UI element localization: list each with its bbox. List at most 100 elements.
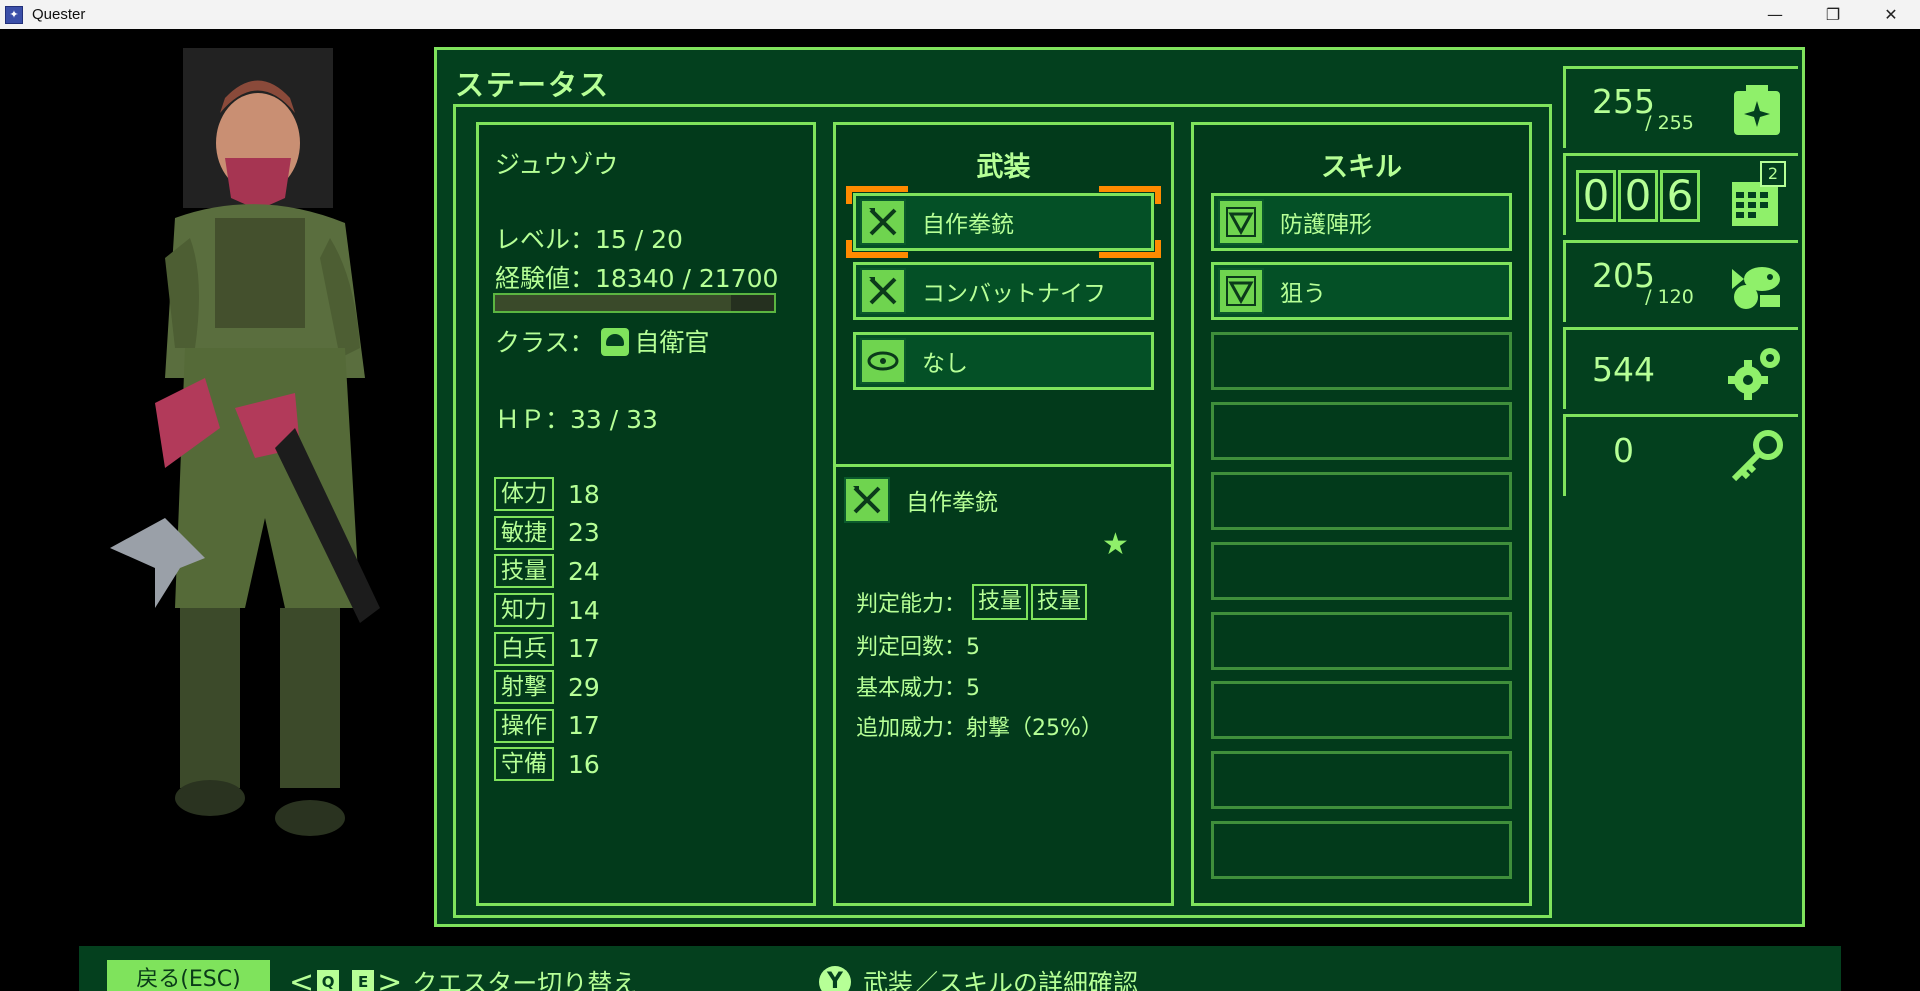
skill-slot-label: 防護陣形: [1280, 212, 1372, 238]
skills-heading: スキル: [1321, 152, 1402, 183]
level-text: レベル：15 / 20: [495, 225, 683, 254]
empty-skill-slot[interactable]: [1211, 402, 1512, 460]
selection-corner: [846, 186, 908, 204]
back-button[interactable]: 戻る(ESC): [107, 960, 270, 991]
stat-value: 29: [568, 672, 600, 702]
skill-slot-label: 狙う: [1280, 281, 1326, 307]
empty-skill-slot[interactable]: [1211, 612, 1512, 670]
switch-quester-hint[interactable]: < Q E > クエスター切り替え: [289, 964, 637, 991]
crossed-weapons-icon: [860, 199, 906, 245]
stat-label: 守備: [494, 747, 554, 782]
fish-food-icon: [1732, 267, 1780, 309]
empty-skill-slot[interactable]: [1211, 751, 1512, 809]
parts-value: 544: [1592, 350, 1655, 389]
detail-hint[interactable]: Y 武装／スキルの詳細確認: [819, 964, 1138, 991]
keys-resource: 0: [1563, 414, 1798, 496]
selection-corner: [1099, 186, 1161, 204]
stat-label: 敏捷: [494, 515, 554, 550]
stat-label: 知力: [494, 593, 554, 628]
e-key-icon: E: [352, 970, 375, 991]
exp-bar: [493, 293, 776, 313]
arms-slot[interactable]: 自作拳銃: [846, 186, 1161, 258]
empty-skill-slot[interactable]: [1211, 681, 1512, 739]
stat-label: 体力: [494, 477, 554, 512]
check-ability-line: 判定能力： 技量 技量: [856, 584, 1088, 620]
fish-resource: 205 / 120: [1563, 240, 1798, 322]
triangle-shield-icon: [1218, 268, 1264, 314]
stat-row: 体力 18: [494, 475, 600, 514]
rarity-star-icon: ★: [1102, 527, 1129, 562]
arms-detail: 自作拳銃 ★ 判定能力： 技量 技量 判定回数：5 基本威力：5 追加威力：射撃…: [836, 464, 1171, 903]
window-title-bar: ✦ Quester — ❐ ✕: [0, 0, 1920, 29]
stat-row: 射撃 29: [494, 668, 600, 707]
restore-button[interactable]: ❐: [1804, 0, 1862, 29]
stat-label: 白兵: [494, 631, 554, 666]
detail-hint-label: 武装／スキルの詳細確認: [863, 969, 1139, 991]
fish-max: / 120: [1645, 286, 1694, 308]
stat-value: 17: [568, 711, 600, 741]
selection-corner: [1099, 240, 1161, 258]
day-digits: 0 0 6: [1576, 170, 1700, 222]
stat-value: 14: [568, 595, 600, 625]
food-resource: 255 / 255: [1563, 66, 1798, 148]
stat-value: 16: [568, 749, 600, 779]
arms-slot-label: 自作拳銃: [922, 212, 1014, 238]
hp-text: ＨＰ：33 / 33: [495, 405, 658, 434]
stat-label: 技量: [494, 554, 554, 589]
stat-row: 技量 24: [494, 552, 600, 591]
y-button-icon: Y: [819, 966, 851, 991]
empty-skill-slot[interactable]: [1211, 332, 1512, 390]
class-label: クラス：: [495, 328, 595, 357]
calendar-badge: 2: [1760, 161, 1786, 187]
day-digit: 6: [1660, 170, 1700, 222]
stat-row: 敏捷 23: [494, 514, 600, 553]
arms-heading: 武装: [976, 152, 1031, 183]
empty-skill-slot[interactable]: [1211, 472, 1512, 530]
stat-label: 射撃: [494, 670, 554, 705]
status-inner-frame: ジュウゾウ レベル：15 / 20 経験値：18340 / 21700 クラス：…: [453, 104, 1552, 918]
exp-bar-fill: [495, 295, 731, 311]
check-ability-label: 判定能力：: [856, 592, 967, 617]
arms-column: 武装 自作拳銃 コンバットナイフ なし 自作拳銃 ★ 判定能力： 技量 技量 判…: [833, 122, 1174, 906]
stat-value: 18: [568, 479, 600, 509]
stat-label: 操作: [494, 708, 554, 743]
arms-slot-label: なし: [922, 351, 968, 377]
stat-value: 24: [568, 556, 600, 586]
accessory-icon: [860, 338, 906, 384]
arms-slot[interactable]: なし: [853, 332, 1154, 390]
skill-slot[interactable]: 防護陣形: [1211, 193, 1512, 251]
key-icon: [1731, 430, 1783, 482]
arms-slot[interactable]: コンバットナイフ: [853, 262, 1154, 320]
class-name: 自衛官: [634, 328, 710, 357]
character-portrait: [110, 48, 380, 836]
day-digit: 0: [1576, 170, 1616, 222]
status-panel: ステータス ジュウゾウ レベル：15 / 20 経験値：18340 / 2170…: [434, 47, 1805, 927]
window-title: Quester: [32, 6, 86, 23]
ration-pack-icon: [1734, 85, 1780, 135]
chevron-right-icon: >: [377, 964, 403, 991]
triangle-shield-icon: [1218, 199, 1264, 245]
arms-slot-label: コンバットナイフ: [922, 281, 1106, 307]
check-count-line: 判定回数：5: [856, 635, 980, 660]
stat-row: 操作 17: [494, 707, 600, 746]
skills-column: スキル 防護陣形 狙う: [1191, 122, 1532, 906]
panel-title: ステータス: [455, 68, 611, 102]
empty-skill-slot[interactable]: [1211, 821, 1512, 879]
control-hint-bar: 戻る(ESC) < Q E > クエスター切り替え Y 武装／スキルの詳細確認: [79, 946, 1841, 991]
check-ability-tag: 技量: [972, 584, 1029, 620]
gears-icon: [1728, 348, 1780, 400]
parts-resource: 544: [1563, 327, 1798, 409]
day-digit: 0: [1618, 170, 1658, 222]
stat-value: 23: [568, 518, 600, 548]
stat-row: 守備 16: [494, 745, 600, 784]
minimize-button[interactable]: —: [1746, 0, 1804, 29]
stat-row: 知力 14: [494, 591, 600, 630]
chevron-left-icon: <: [289, 964, 315, 991]
character-name: ジュウゾウ: [495, 150, 619, 179]
bonus-power-line: 追加威力：射撃（25%）: [856, 716, 1103, 741]
close-button[interactable]: ✕: [1862, 0, 1920, 29]
empty-skill-slot[interactable]: [1211, 542, 1512, 600]
base-power-line: 基本威力：5: [856, 676, 980, 701]
skill-slot[interactable]: 狙う: [1211, 262, 1512, 320]
crossed-weapons-icon: [860, 268, 906, 314]
